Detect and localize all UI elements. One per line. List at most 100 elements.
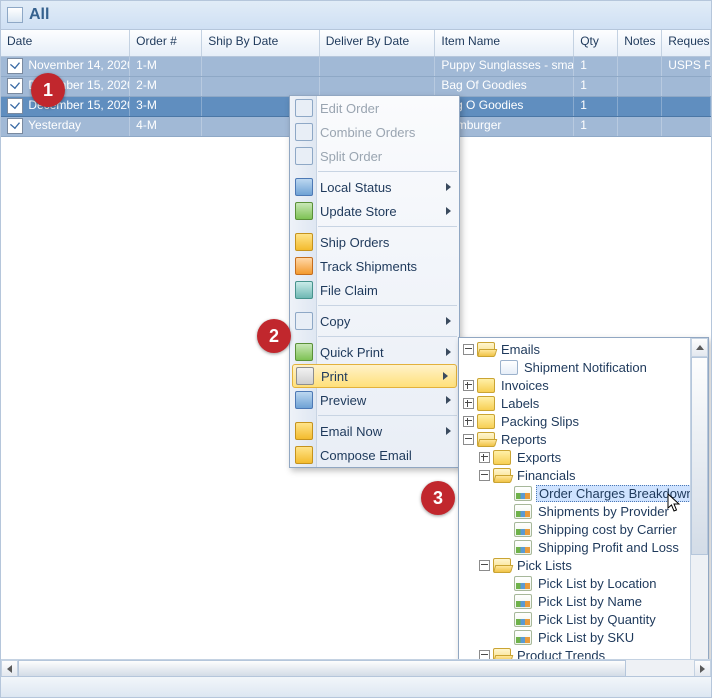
- menu-file-claim[interactable]: File Claim: [290, 278, 459, 302]
- folder-icon: [493, 450, 511, 465]
- combine-icon: [295, 123, 313, 141]
- scroll-track[interactable]: [691, 357, 708, 673]
- split-icon: [295, 147, 313, 165]
- callout-3: 3: [421, 481, 455, 515]
- status-icon: [295, 178, 313, 196]
- tree-node-picklist-name[interactable]: Pick List by Name: [459, 592, 690, 610]
- folder-open-icon: [477, 432, 495, 447]
- callout-2: 2: [257, 319, 291, 353]
- col-qty[interactable]: Qty: [574, 30, 618, 56]
- folder-icon: [477, 396, 495, 411]
- cell-req: USPS P: [662, 57, 711, 76]
- menu-copy[interactable]: Copy: [290, 309, 459, 333]
- col-ship-by[interactable]: Ship By Date: [202, 30, 320, 56]
- mouse-cursor-icon: [667, 493, 681, 513]
- table-row[interactable]: December 15, 2020 2-M Bag Of Goodies 1: [1, 77, 711, 97]
- scroll-thumb[interactable]: [691, 357, 708, 555]
- row-checkbox[interactable]: [7, 118, 23, 134]
- folder-open-icon: [477, 342, 495, 357]
- scroll-thumb[interactable]: [18, 660, 626, 677]
- document-icon: [500, 360, 518, 375]
- claim-icon: [295, 281, 313, 299]
- cell-item: Puppy Sunglasses - small: [435, 57, 574, 76]
- folder-icon: [477, 378, 495, 393]
- store-icon: [295, 202, 313, 220]
- tree-node-packing-slips[interactable]: Packing Slips: [459, 412, 690, 430]
- grid-header: Date Order # Ship By Date Deliver By Dat…: [1, 30, 711, 57]
- chevron-right-icon: [446, 396, 451, 404]
- menu-track-shipments[interactable]: Track Shipments: [290, 254, 459, 278]
- row-checkbox[interactable]: [7, 78, 23, 94]
- cell-date: November 14, 2020: [28, 58, 130, 72]
- menu-separator: [318, 171, 457, 172]
- table-row[interactable]: November 14, 2020 1-M Puppy Sunglasses -…: [1, 57, 711, 77]
- printer-icon: [296, 367, 314, 385]
- print-submenu: Emails Shipment Notification Invoices La…: [458, 337, 709, 693]
- collapse-icon[interactable]: [479, 560, 490, 571]
- cell-qty: 1: [574, 57, 618, 76]
- collapse-icon[interactable]: [463, 344, 474, 355]
- chevron-right-icon: [700, 665, 705, 673]
- compose-icon: [295, 446, 313, 464]
- menu-email-now[interactable]: Email Now: [290, 419, 459, 443]
- scroll-left-button[interactable]: [1, 660, 18, 677]
- report-icon: [514, 540, 532, 555]
- menu-print[interactable]: Print: [292, 364, 457, 388]
- tree-node-emails[interactable]: Emails: [459, 340, 690, 358]
- col-date[interactable]: Date: [1, 30, 130, 56]
- context-menu: Edit Order Combine Orders Split Order Lo…: [289, 95, 460, 468]
- scroll-track[interactable]: [18, 660, 694, 677]
- col-requested[interactable]: Reques: [662, 30, 711, 56]
- chevron-right-icon: [446, 317, 451, 325]
- folder-open-icon: [493, 558, 511, 573]
- menu-preview[interactable]: Preview: [290, 388, 459, 412]
- tree-node-exports[interactable]: Exports: [459, 448, 690, 466]
- scroll-right-button[interactable]: [694, 660, 711, 677]
- submenu-scrollbar[interactable]: [690, 338, 708, 692]
- menu-edit-order[interactable]: Edit Order: [290, 96, 459, 120]
- chevron-up-icon: [696, 345, 704, 350]
- tree-node-shipping-cost-by-carrier[interactable]: Shipping cost by Carrier: [459, 520, 690, 538]
- orders-window: All Date Order # Ship By Date Deliver By…: [0, 0, 712, 698]
- scroll-up-button[interactable]: [691, 338, 708, 357]
- menu-split-order[interactable]: Split Order: [290, 144, 459, 168]
- menu-local-status[interactable]: Local Status: [290, 175, 459, 199]
- chevron-right-icon: [446, 183, 451, 191]
- tree-node-picklist-sku[interactable]: Pick List by SKU: [459, 628, 690, 646]
- row-checkbox[interactable]: [7, 58, 23, 74]
- tree-node-shipments-by-provider[interactable]: Shipments by Provider: [459, 502, 690, 520]
- report-icon: [514, 522, 532, 537]
- menu-combine-orders[interactable]: Combine Orders: [290, 120, 459, 144]
- col-item[interactable]: Item Name: [435, 30, 574, 56]
- collapse-icon[interactable]: [479, 470, 490, 481]
- tree-node-financials[interactable]: Financials: [459, 466, 690, 484]
- col-deliver-by[interactable]: Deliver By Date: [320, 30, 436, 56]
- expand-icon[interactable]: [463, 380, 474, 391]
- expand-icon[interactable]: [463, 416, 474, 427]
- report-icon: [514, 504, 532, 519]
- tree-node-invoices[interactable]: Invoices: [459, 376, 690, 394]
- expand-icon[interactable]: [463, 398, 474, 409]
- tree-node-order-charges-breakdown[interactable]: Order Charges Breakdown: [459, 484, 690, 502]
- tree-node-picklist-location[interactable]: Pick List by Location: [459, 574, 690, 592]
- expand-icon[interactable]: [479, 452, 490, 463]
- box-icon: [295, 233, 313, 251]
- edit-icon: [295, 99, 313, 117]
- col-order[interactable]: Order #: [130, 30, 202, 56]
- tree-node-shipping-profit-and-loss[interactable]: Shipping Profit and Loss: [459, 538, 690, 556]
- menu-update-store[interactable]: Update Store: [290, 199, 459, 223]
- tree-node-pick-lists[interactable]: Pick Lists: [459, 556, 690, 574]
- menu-compose-email[interactable]: Compose Email: [290, 443, 459, 467]
- copy-icon: [295, 312, 313, 330]
- collapse-icon[interactable]: [463, 434, 474, 445]
- tree-node-reports[interactable]: Reports: [459, 430, 690, 448]
- menu-ship-orders[interactable]: Ship Orders: [290, 230, 459, 254]
- tree-node-labels[interactable]: Labels: [459, 394, 690, 412]
- menu-quick-print[interactable]: Quick Print: [290, 340, 459, 364]
- tree-node-shipment-notification[interactable]: Shipment Notification: [459, 358, 690, 376]
- grid-hscrollbar[interactable]: [1, 659, 711, 677]
- col-notes[interactable]: Notes: [618, 30, 662, 56]
- print-tree: Emails Shipment Notification Invoices La…: [459, 338, 690, 692]
- tree-node-picklist-quantity[interactable]: Pick List by Quantity: [459, 610, 690, 628]
- row-checkbox[interactable]: [7, 98, 23, 114]
